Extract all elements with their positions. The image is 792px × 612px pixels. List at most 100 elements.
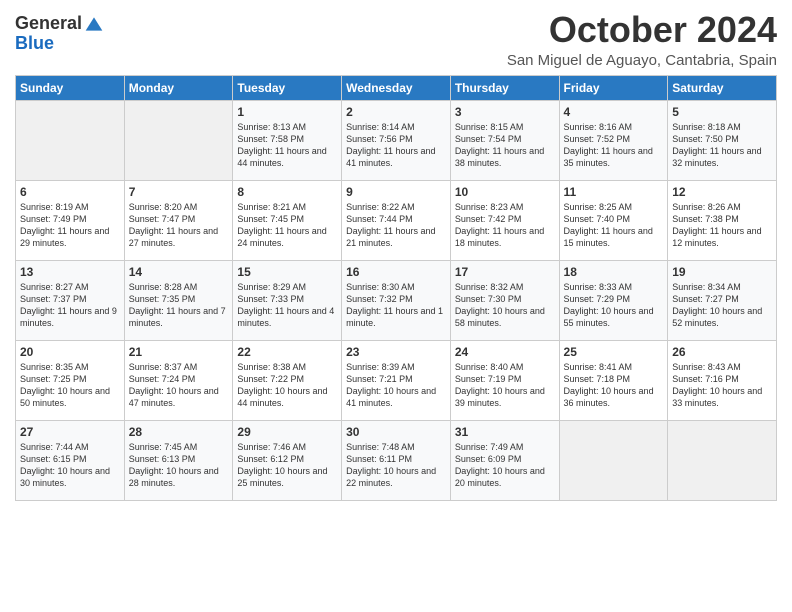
cell-info: Sunrise: 8:21 AMSunset: 7:45 PMDaylight:… [237,201,337,250]
calendar-cell: 24Sunrise: 8:40 AMSunset: 7:19 PMDayligh… [450,340,559,420]
calendar-cell: 31Sunrise: 7:49 AMSunset: 6:09 PMDayligh… [450,420,559,500]
cell-info: Sunrise: 8:26 AMSunset: 7:38 PMDaylight:… [672,201,772,250]
calendar-cell: 29 Sunrise: 7:46 AMSunset: 6:12 PMDayligh… [233,420,342,500]
page-container: General Blue October 2024 San Miguel de … [0,0,792,511]
day-number: 22 [237,345,337,359]
calendar-cell: 26Sunrise: 8:43 AMSunset: 7:16 PMDayligh… [668,340,777,420]
calendar-week-3: 13 Sunrise: 8:27 AMSunset: 7:37 PMDayligh… [16,260,777,340]
cell-info: Sunrise: 7:44 AMSunset: 6:15 PMDaylight:… [20,441,120,490]
cell-info: Sunrise: 7:46 AMSunset: 6:12 PMDaylight:… [237,441,337,490]
calendar-cell: 14Sunrise: 8:28 AMSunset: 7:35 PMDayligh… [124,260,233,340]
header-monday: Monday [124,75,233,100]
cell-info: Sunrise: 7:49 AMSunset: 6:09 PMDaylight:… [455,441,555,490]
calendar-cell: 2Sunrise: 8:14 AMSunset: 7:56 PMDaylight… [342,100,451,180]
cell-info: Sunrise: 8:19 AMSunset: 7:49 PMDaylight:… [20,201,120,250]
calendar-cell: 28 Sunrise: 7:45 AMSunset: 6:13 PMDayligh… [124,420,233,500]
cell-info: Sunrise: 8:16 AMSunset: 7:52 PMDaylight:… [564,121,664,170]
calendar-cell [668,420,777,500]
day-number: 20 [20,345,120,359]
logo: General Blue [15,14,104,54]
day-number: 19 [672,265,772,279]
header-tuesday: Tuesday [233,75,342,100]
header-saturday: Saturday [668,75,777,100]
header-friday: Friday [559,75,668,100]
calendar-week-2: 6Sunrise: 8:19 AMSunset: 7:49 PMDaylight… [16,180,777,260]
day-number: 3 [455,105,555,119]
calendar-cell: 8 Sunrise: 8:21 AMSunset: 7:45 PMDaylight… [233,180,342,260]
day-number: 8 [237,185,337,199]
cell-info: Sunrise: 8:27 AMSunset: 7:37 PMDaylight:… [20,281,120,330]
calendar-cell: 11 Sunrise: 8:25 AMSunset: 7:40 PMDayligh… [559,180,668,260]
calendar-cell: 30 Sunrise: 7:48 AMSunset: 6:11 PMDayligh… [342,420,451,500]
day-number: 16 [346,265,446,279]
calendar-header: Sunday Monday Tuesday Wednesday Thursday… [16,75,777,100]
day-number: 29 [237,425,337,439]
day-number: 27 [20,425,120,439]
calendar-week-1: 1 Sunrise: 8:13 AMSunset: 7:58 PMDaylight… [16,100,777,180]
calendar-table: Sunday Monday Tuesday Wednesday Thursday… [15,75,777,501]
calendar-cell: 13 Sunrise: 8:27 AMSunset: 7:37 PMDayligh… [16,260,125,340]
day-number: 25 [564,345,664,359]
header-sunday: Sunday [16,75,125,100]
logo-text-general: General [15,14,82,34]
cell-info: Sunrise: 8:18 AMSunset: 7:50 PMDaylight:… [672,121,772,170]
day-number: 24 [455,345,555,359]
title-block: October 2024 San Miguel de Aguayo, Canta… [507,10,777,69]
calendar-cell: 12 Sunrise: 8:26 AMSunset: 7:38 PMDayligh… [668,180,777,260]
calendar-cell: 23Sunrise: 8:39 AMSunset: 7:21 PMDayligh… [342,340,451,420]
day-number: 15 [237,265,337,279]
day-number: 4 [564,105,664,119]
cell-info: Sunrise: 8:25 AMSunset: 7:40 PMDaylight:… [564,201,664,250]
calendar-cell: 10Sunrise: 8:23 AMSunset: 7:42 PMDayligh… [450,180,559,260]
cell-info: Sunrise: 7:48 AMSunset: 6:11 PMDaylight:… [346,441,446,490]
cell-info: Sunrise: 7:45 AMSunset: 6:13 PMDaylight:… [129,441,229,490]
day-number: 11 [564,185,664,199]
day-number: 12 [672,185,772,199]
day-number: 23 [346,345,446,359]
calendar-week-5: 27 Sunrise: 7:44 AMSunset: 6:15 PMDayligh… [16,420,777,500]
calendar-cell [124,100,233,180]
cell-info: Sunrise: 8:20 AMSunset: 7:47 PMDaylight:… [129,201,229,250]
cell-info: Sunrise: 8:14 AMSunset: 7:56 PMDaylight:… [346,121,446,170]
calendar-body: 1 Sunrise: 8:13 AMSunset: 7:58 PMDaylight… [16,100,777,500]
calendar-cell: 22Sunrise: 8:38 AMSunset: 7:22 PMDayligh… [233,340,342,420]
calendar-cell: 21 Sunrise: 8:37 AMSunset: 7:24 PMDayligh… [124,340,233,420]
calendar-cell [559,420,668,500]
calendar-cell: 20 Sunrise: 8:35 AMSunset: 7:25 PMDayligh… [16,340,125,420]
day-number: 28 [129,425,229,439]
cell-info: Sunrise: 8:29 AMSunset: 7:33 PMDaylight:… [237,281,337,330]
day-number: 1 [237,105,337,119]
day-number: 30 [346,425,446,439]
header-wednesday: Wednesday [342,75,451,100]
subtitle: San Miguel de Aguayo, Cantabria, Spain [507,52,777,69]
day-number: 21 [129,345,229,359]
calendar-cell: 5Sunrise: 8:18 AMSunset: 7:50 PMDaylight… [668,100,777,180]
calendar-cell: 17 Sunrise: 8:32 AMSunset: 7:30 PMDayligh… [450,260,559,340]
cell-info: Sunrise: 8:30 AMSunset: 7:32 PMDaylight:… [346,281,446,330]
cell-info: Sunrise: 8:33 AMSunset: 7:29 PMDaylight:… [564,281,664,330]
calendar-cell: 27 Sunrise: 7:44 AMSunset: 6:15 PMDayligh… [16,420,125,500]
cell-info: Sunrise: 8:43 AMSunset: 7:16 PMDaylight:… [672,361,772,410]
day-number: 7 [129,185,229,199]
calendar-week-4: 20 Sunrise: 8:35 AMSunset: 7:25 PMDayligh… [16,340,777,420]
day-number: 17 [455,265,555,279]
logo-icon [84,14,104,34]
cell-info: Sunrise: 8:35 AMSunset: 7:25 PMDaylight:… [20,361,120,410]
day-number: 13 [20,265,120,279]
calendar-cell: 4 Sunrise: 8:16 AMSunset: 7:52 PMDaylight… [559,100,668,180]
cell-info: Sunrise: 8:13 AMSunset: 7:58 PMDaylight:… [237,121,337,170]
cell-info: Sunrise: 8:32 AMSunset: 7:30 PMDaylight:… [455,281,555,330]
cell-info: Sunrise: 8:37 AMSunset: 7:24 PMDaylight:… [129,361,229,410]
header-thursday: Thursday [450,75,559,100]
day-number: 14 [129,265,229,279]
day-number: 9 [346,185,446,199]
calendar-cell: 3Sunrise: 8:15 AMSunset: 7:54 PMDaylight… [450,100,559,180]
day-number: 10 [455,185,555,199]
day-number: 18 [564,265,664,279]
calendar-cell: 16 Sunrise: 8:30 AMSunset: 7:32 PMDayligh… [342,260,451,340]
calendar-cell: 25 Sunrise: 8:41 AMSunset: 7:18 PMDayligh… [559,340,668,420]
calendar-cell: 15 Sunrise: 8:29 AMSunset: 7:33 PMDayligh… [233,260,342,340]
calendar-cell [16,100,125,180]
cell-info: Sunrise: 8:41 AMSunset: 7:18 PMDaylight:… [564,361,664,410]
month-title: October 2024 [507,10,777,50]
